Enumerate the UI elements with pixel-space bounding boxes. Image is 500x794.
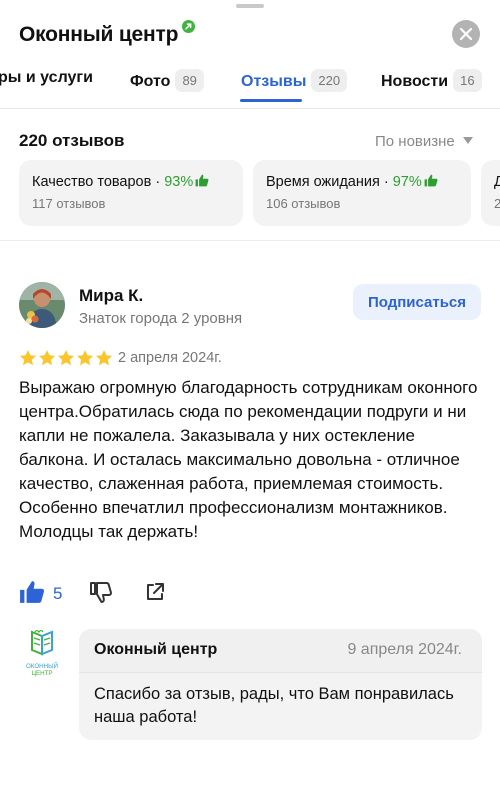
aspect-percent: 93% bbox=[164, 174, 194, 190]
logo-text: ЦЕНТР bbox=[31, 670, 52, 677]
aspect-chip-quality[interactable]: Качество товаров · 93% 117 отзывов bbox=[19, 160, 243, 226]
page-title: Оконный центр bbox=[19, 23, 179, 46]
tab-count-badge: 16 bbox=[453, 69, 482, 92]
reply-text: Спасибо за отзыв, рады, что Вам понравил… bbox=[94, 685, 454, 726]
window-logo-icon: ОКОННЫЙ ЦЕНТР bbox=[26, 629, 58, 677]
tab-reviews[interactable]: Отзывы 220 bbox=[241, 69, 348, 92]
share-button[interactable] bbox=[145, 582, 165, 607]
sheet-grabber[interactable] bbox=[236, 4, 264, 8]
logo-text: ОКОННЫЙ bbox=[26, 662, 58, 670]
company-logo: ОКОННЫЙ ЦЕНТР bbox=[20, 628, 64, 678]
reviews-count: 220 отзывов bbox=[19, 131, 125, 150]
reviews-summary: 220 отзывов По новизне bbox=[19, 131, 500, 155]
active-tab-indicator bbox=[240, 99, 302, 102]
reply-company-name[interactable]: Оконный центр bbox=[94, 641, 217, 659]
rating-stars bbox=[19, 349, 114, 369]
close-button[interactable] bbox=[452, 20, 480, 48]
subscribe-button[interactable]: Подписаться bbox=[353, 284, 481, 320]
star-icon bbox=[19, 350, 37, 366]
aspect-chips: Качество товаров · 93% 117 отзывов Время… bbox=[0, 160, 500, 226]
aspect-chip-partial[interactable]: Д 2 bbox=[481, 160, 500, 226]
star-icon bbox=[95, 350, 113, 366]
tab-photos[interactable]: Фото 89 bbox=[130, 69, 204, 92]
thumbs-down-icon bbox=[90, 582, 112, 603]
company-reply: Оконный центр 9 апреля 2024г. Спасибо за… bbox=[79, 629, 482, 740]
tab-products-services[interactable]: ры и услуги bbox=[0, 69, 93, 87]
review-date: 2 апреля 2024г. bbox=[118, 350, 222, 366]
thumbs-up-icon bbox=[424, 174, 438, 187]
aspect-chip-waiting-time[interactable]: Время ожидания · 97% 106 отзывов bbox=[253, 160, 471, 226]
sort-dropdown[interactable]: По новизне bbox=[375, 133, 473, 150]
star-icon bbox=[76, 350, 94, 366]
aspect-percent: 97% bbox=[392, 174, 422, 190]
divider bbox=[0, 240, 500, 241]
header: Оконный центр bbox=[19, 20, 484, 50]
tab-bar: ры и услуги Фото 89 Отзывы 220 Новости 16 bbox=[0, 62, 500, 106]
star-icon bbox=[38, 350, 56, 366]
like-count: 5 bbox=[53, 584, 63, 603]
author-level: Знаток города 2 уровня bbox=[79, 310, 243, 327]
divider bbox=[0, 108, 500, 109]
like-button[interactable] bbox=[19, 580, 45, 609]
thumbs-up-icon bbox=[195, 174, 209, 187]
tab-news[interactable]: Новости 16 bbox=[381, 69, 482, 92]
tab-count-badge: 89 bbox=[175, 69, 204, 92]
reply-header: Оконный центр 9 апреля 2024г. bbox=[79, 629, 482, 673]
tab-count-badge: 220 bbox=[311, 69, 348, 92]
star-icon bbox=[57, 350, 75, 366]
share-icon bbox=[147, 583, 164, 600]
avatar-photo bbox=[19, 282, 65, 328]
close-icon bbox=[460, 28, 472, 40]
verified-check-icon bbox=[182, 20, 196, 33]
avatar[interactable] bbox=[19, 282, 65, 328]
reply-date: 9 апреля 2024г. bbox=[347, 641, 462, 658]
review-text: Выражаю огромную благодарность сотрудник… bbox=[19, 378, 478, 541]
review-author[interactable]: Мира К. bbox=[79, 286, 143, 306]
dislike-button[interactable] bbox=[89, 580, 113, 609]
chevron-down-icon bbox=[462, 137, 473, 144]
thumbs-up-icon bbox=[20, 581, 45, 603]
